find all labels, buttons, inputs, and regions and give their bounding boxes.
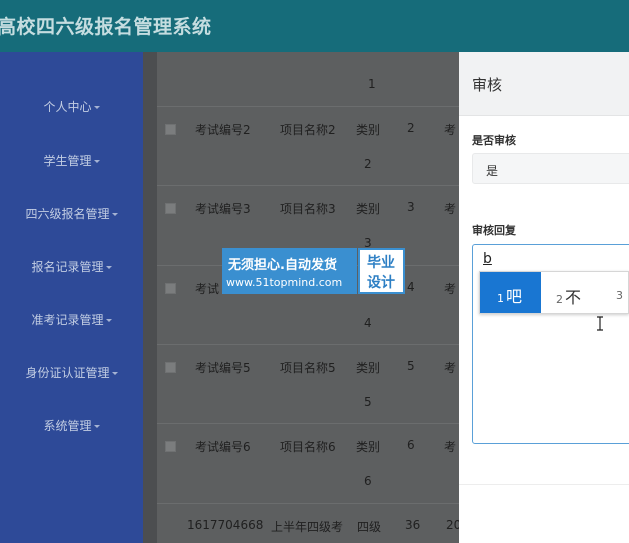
table-cell-wrap: 1 — [368, 77, 376, 91]
reply-textarea-value: b — [483, 251, 492, 267]
table-cell-wrap: 4 — [364, 316, 372, 330]
row-checkbox[interactable] — [165, 124, 176, 135]
status-select-value: 是 — [486, 164, 499, 178]
table-cell-wrap: 6 — [364, 474, 372, 488]
table-cell-extra: 考 — [444, 282, 457, 296]
app-header: 高校四六级报名管理系统 — [0, 0, 629, 52]
sidebar-item-students[interactable]: 学生管理 — [0, 152, 143, 169]
table-cell-num: 6 — [407, 438, 415, 452]
watermark-line2: www.51topmind.com — [226, 276, 343, 289]
table-cell-id: 考试编号3 — [195, 202, 251, 216]
watermark-right: 毕业 设计 — [358, 248, 405, 294]
status-select[interactable]: 是 — [472, 153, 629, 184]
table-row[interactable]: 考试编号6 项目名称6 类别 6 考 6 — [157, 423, 459, 503]
ime-candidate[interactable]: 1吧 — [480, 272, 541, 313]
table-cell-num: 36 — [405, 518, 421, 532]
caret-down-icon — [111, 213, 118, 216]
table-cell-id: 1617704668 — [187, 518, 264, 532]
row-checkbox[interactable] — [165, 441, 176, 452]
table-cell-id: 考试编号6 — [195, 440, 251, 454]
table-cell-name: 上半年四级考 — [271, 520, 344, 534]
table-cell-num: 5 — [407, 359, 415, 373]
ime-candidate-number: 2 — [556, 293, 563, 306]
sidebar-item-admission-records[interactable]: 准考记录管理 — [0, 311, 143, 328]
table-cell-extra: 考 — [444, 361, 457, 375]
table-cell-name: 项目名称2 — [280, 123, 336, 137]
sidebar-item-label: 系统管理 — [43, 419, 92, 433]
table-cell-name: 项目名称6 — [280, 440, 336, 454]
app-title: 高校四六级报名管理系统 — [0, 16, 212, 38]
table-cell-num: 2 — [407, 121, 415, 135]
table-cell-extra: 20 — [446, 518, 459, 532]
ime-candidate-number: 1 — [497, 292, 504, 305]
sidebar-item-label: 身份证认证管理 — [25, 366, 110, 380]
ime-candidate[interactable]: 2不 — [556, 272, 581, 313]
table-cell-wrap: 5 — [364, 395, 372, 409]
reply-label: 审核回复 — [472, 224, 516, 237]
watermark-right1: 毕业 — [367, 255, 395, 271]
table-cell-id: 考试编号5 — [195, 361, 251, 375]
table-cell-id: 考试编号2 — [195, 123, 251, 137]
watermark-left: 无须担心.自动发货 www.51topmind.com — [222, 248, 357, 294]
table-row[interactable]: 1 — [157, 52, 459, 106]
table-row[interactable]: 考试编号2 项目名称2 类别 2 考 2 — [157, 106, 459, 185]
table-row[interactable]: 1617704668 上半年四级考 四级 36 20 — [157, 503, 459, 543]
sidebar-item-label: 个人中心 — [43, 100, 92, 114]
watermark-ad: 无须担心.自动发货 www.51topmind.com 毕业 设计 — [222, 248, 405, 294]
sidebar-item-label: 准考记录管理 — [31, 313, 104, 327]
table-cell-wrap: 2 — [364, 157, 372, 171]
row-checkbox[interactable] — [165, 203, 176, 214]
review-panel-title: 审核 — [472, 76, 503, 94]
table-cell-type: 类别 — [356, 123, 381, 137]
caret-down-icon — [105, 266, 112, 269]
table-cell-id: 考试 — [195, 282, 220, 296]
caret-down-icon — [111, 372, 118, 375]
table-row[interactable]: 考试编号5 项目名称5 类别 5 考 5 — [157, 344, 459, 423]
ime-candidate[interactable]: 3 — [616, 272, 625, 313]
watermark-right2: 设计 — [367, 275, 395, 291]
caret-down-icon — [93, 160, 100, 163]
main-content: 1 考试编号2 项目名称2 类别 2 考 2 考试编号3 项目名称3 类别 3 … — [143, 52, 459, 543]
row-checkbox[interactable] — [165, 362, 176, 373]
sidebar-item-label: 四六级报名管理 — [25, 207, 110, 221]
caret-down-icon — [93, 425, 100, 428]
watermark-line1: 无须担心.自动发货 — [228, 258, 337, 273]
table-cell-type: 类别 — [356, 440, 381, 454]
row-checkbox[interactable] — [165, 283, 176, 294]
status-label: 是否审核 — [472, 134, 516, 147]
caret-down-icon — [105, 319, 112, 322]
table-cell-extra: 考 — [444, 440, 457, 454]
table-cell-type: 四级 — [357, 520, 382, 534]
sidebar-item-registration-records[interactable]: 报名记录管理 — [0, 258, 143, 275]
ime-candidate-number: 3 — [616, 289, 623, 302]
sidebar: 个人中心 学生管理 四六级报名管理 报名记录管理 准考记录管理 身份证认证管理 … — [0, 52, 143, 543]
table-cell-num: 3 — [407, 200, 415, 214]
review-panel-header: 审核 — [459, 52, 629, 116]
sidebar-item-system[interactable]: 系统管理 — [0, 417, 143, 434]
table-cell-extra: 考 — [444, 123, 457, 137]
sidebar-item-label: 学生管理 — [43, 154, 92, 168]
table-cell-name: 项目名称5 — [280, 361, 336, 375]
caret-down-icon — [93, 106, 100, 109]
table-cell-type: 类别 — [356, 361, 381, 375]
sidebar-item-cet-registration[interactable]: 四六级报名管理 — [0, 205, 143, 222]
content-edge — [143, 52, 157, 543]
ime-candidate-text: 不 — [565, 288, 582, 307]
table-cell-type: 类别 — [356, 202, 381, 216]
sidebar-item-personal-center[interactable]: 个人中心 — [0, 98, 143, 115]
ime-candidate-text: 吧 — [506, 287, 523, 306]
ime-candidate-window: 1吧 2不 3 — [479, 271, 629, 314]
table-cell-extra: 考 — [444, 202, 457, 216]
text-cursor-icon — [597, 316, 603, 331]
table-cell-name: 项目名称3 — [280, 202, 336, 216]
sidebar-item-id-verification[interactable]: 身份证认证管理 — [0, 364, 143, 381]
sidebar-item-label: 报名记录管理 — [31, 260, 104, 274]
table-cell-num: 4 — [407, 280, 415, 294]
panel-footer-divider — [459, 484, 629, 485]
